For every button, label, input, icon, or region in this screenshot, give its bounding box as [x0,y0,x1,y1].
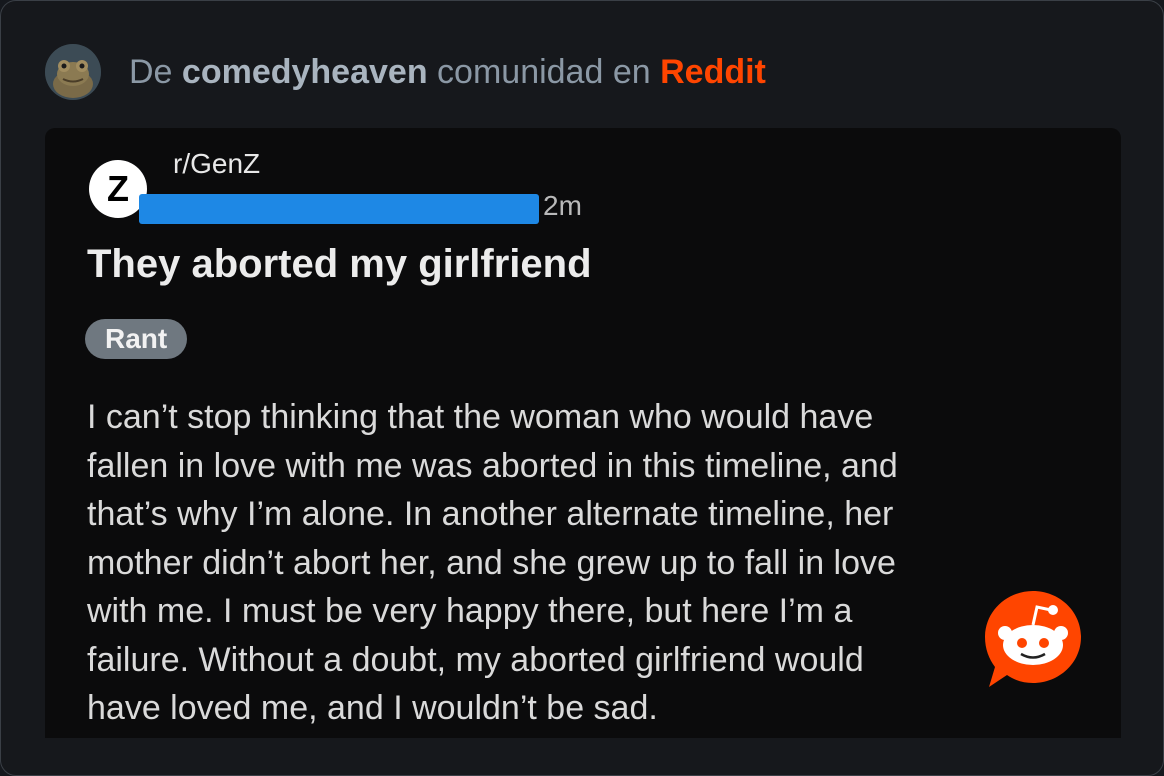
frog-avatar-icon [45,44,101,100]
post-body-line: have loved me, and I wouldn’t be sad. [87,689,658,727]
post-body-line: mother didn’t abort her, and she grew up… [87,543,896,582]
header-prefix: De [129,52,173,91]
subreddit-name: r/GenZ [173,148,261,179]
post-body-line: failure. Without a doubt, my aborted gir… [87,640,864,679]
post-body-line: I can’t stop thinking that the woman who… [87,398,874,436]
community-source-text: De comedyheaven comunidad en Reddit [129,53,766,92]
header-middle: comunidad en [437,52,651,91]
post-body-line: that’s why I’m alone. In another alterna… [87,495,894,533]
embed-header: De comedyheaven comunidad en Reddit [45,43,766,101]
post-body: I can’t stop thinking that the woman who… [87,393,1087,733]
post-flair: Rant [85,319,188,359]
redacted-username [139,194,539,224]
reddit-snoo-icon [985,591,1081,687]
community-name-link[interactable]: comedyheaven [182,53,428,91]
embed-frame: De comedyheaven comunidad en Reddit Z r/… [0,0,1164,776]
community-avatar[interactable] [45,44,101,100]
reddit-link[interactable]: Reddit [660,53,766,91]
post-title: They aborted my girlfriend [87,242,592,286]
post-screenshot[interactable]: Z r/GenZ 2m They aborted my girlfriend R… [45,128,1121,738]
post-time: 2m [543,190,582,221]
post-body-line: with me. I must be very happy there, but… [87,592,853,630]
post-body-line: fallen in love with me was aborted in th… [87,446,898,485]
